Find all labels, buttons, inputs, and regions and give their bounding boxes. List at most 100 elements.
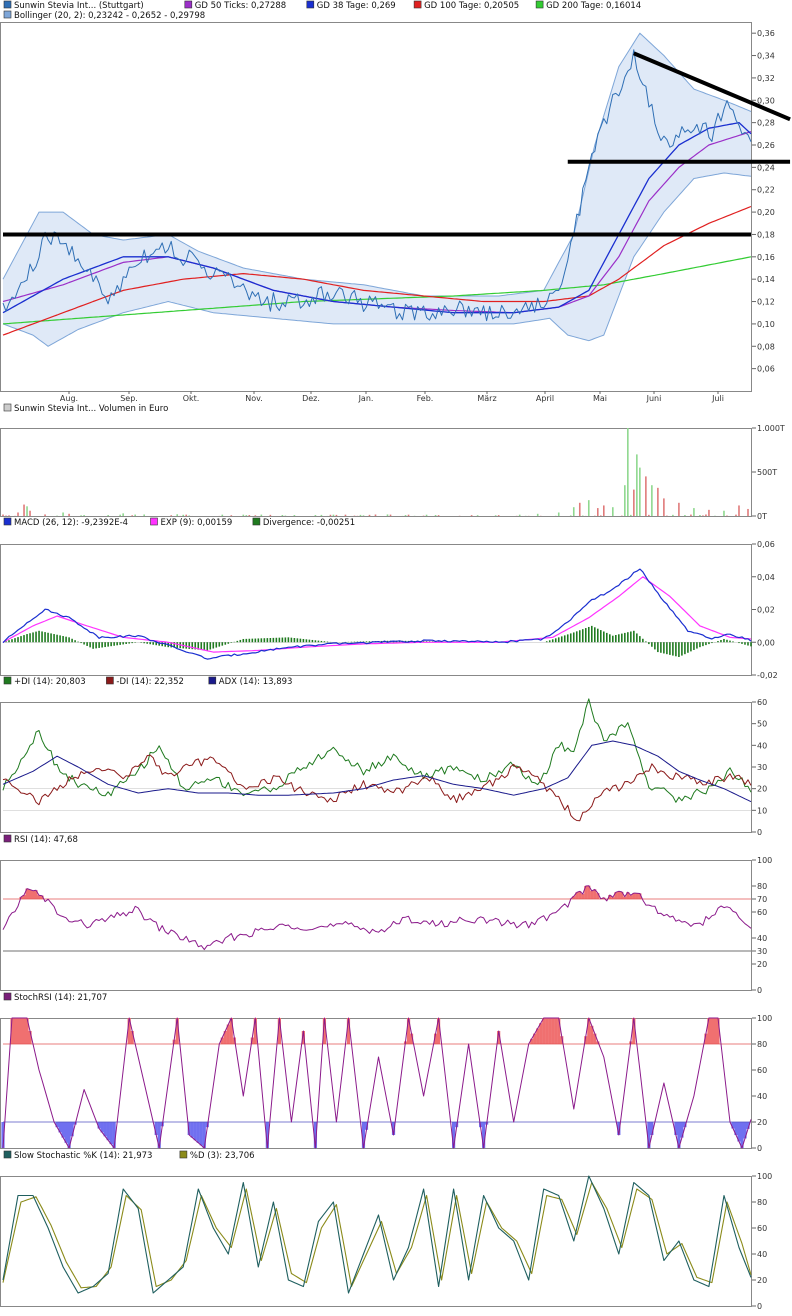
panel-1: 0T 500T 1.000T (0, 424, 785, 521)
y-tick-label: 0,02 (757, 606, 775, 615)
volume-bar (569, 515, 572, 516)
y-tick-label: 0,32 (757, 74, 775, 83)
volume-bar (242, 514, 245, 516)
y-tick-label: 70 (757, 895, 767, 904)
legend-label: GD 200 Tage: 0,16014 (546, 1, 641, 11)
y-tick-label: 0,24 (757, 163, 775, 172)
volume-bar (170, 515, 173, 516)
y-tick-label: 0T (757, 512, 767, 521)
y-tick-label: -0,02 (757, 671, 778, 680)
volume-bar (470, 515, 473, 516)
x-tick-label: Aug. (60, 394, 78, 403)
volume-bar (254, 515, 257, 516)
volume-bar (29, 510, 31, 516)
volume-bar (344, 514, 347, 516)
legend-swatch (3, 10, 12, 19)
y-tick-label: 20 (757, 1118, 767, 1127)
volume-bar (221, 514, 224, 516)
legend-label: GD 38 Tage: 0,269 (317, 1, 396, 11)
volume-bar (557, 512, 560, 516)
y-tick-label: 0,18 (757, 230, 775, 239)
x-tick-label: März (477, 394, 496, 403)
legend-swatch (3, 403, 12, 412)
y-tick-label: 0,26 (757, 141, 775, 150)
volume-bar (332, 514, 335, 516)
volume-bar (26, 506, 28, 516)
legend-swatch (3, 992, 12, 1001)
legend-swatch (413, 0, 422, 9)
y-tick-label: 0,00 (757, 638, 775, 647)
y-tick-label: 100 (757, 856, 772, 865)
volume-bar (494, 515, 497, 516)
panel-frame (0, 1176, 752, 1307)
volume-bar (684, 515, 686, 516)
volume-bar (678, 502, 680, 516)
y-tick-label: 80 (757, 882, 767, 891)
y-tick-label: 0,22 (757, 186, 775, 195)
volume-bar (329, 514, 332, 516)
y-tick-label: 40 (757, 1250, 767, 1259)
volume-bar (599, 515, 602, 516)
volume-bar (362, 515, 365, 516)
panel-4: 0 20 30 40 60 70 80 100 (0, 856, 772, 995)
y-tick-label: 60 (757, 1066, 767, 1075)
volume-bar (690, 514, 692, 516)
y-tick-label: 10 (757, 806, 767, 815)
volume-bar (738, 505, 740, 516)
y-tick-label: 0 (757, 828, 762, 837)
volume-bar (702, 515, 704, 516)
legend-label: EXP (9): 0,00159 (161, 518, 233, 528)
y-tick-label: 0 (757, 1302, 762, 1311)
y-tick-label: 0,10 (757, 320, 775, 329)
y-tick-label: 20 (757, 785, 767, 794)
volume-bar (630, 514, 632, 516)
legend-swatch (252, 517, 261, 526)
legend-label: RSI (14): 47,68 (14, 835, 78, 845)
legend-label: GD 50 Ticks: 0,27288 (195, 1, 286, 11)
x-tick-label: Juli (711, 394, 724, 403)
volume-bar (639, 467, 641, 516)
volume-bar (663, 498, 665, 516)
y-tick-label: 100 (757, 1172, 772, 1181)
volume-bar (735, 514, 737, 516)
panel-5: 0 20 40 60 80 100 (0, 1014, 772, 1153)
volume-bar (651, 485, 653, 516)
volume-bar (83, 515, 85, 516)
legend-swatch (3, 517, 12, 526)
legend-label: GD 100 Tage: 0,20505 (424, 1, 519, 11)
volume-bar (518, 514, 521, 516)
volume-bar (2, 514, 4, 516)
legend-label: Sunwin Stevia Int... (Stuttgart) (14, 1, 144, 11)
y-tick-label: 50 (757, 720, 767, 729)
volume-bar (44, 514, 46, 516)
y-tick-label: 30 (757, 763, 767, 772)
volume-bar (260, 514, 263, 516)
legend-swatch (535, 0, 544, 9)
y-tick-label: 0 (757, 1144, 762, 1153)
y-tick-label: 0,06 (757, 540, 775, 549)
volume-bar (281, 515, 284, 516)
legend-swatch (3, 1150, 12, 1159)
y-tick-label: 0,16 (757, 253, 775, 262)
volume-bar (368, 514, 371, 516)
volume-bar (386, 514, 389, 516)
volume-bar (434, 514, 437, 516)
volume-bar (119, 514, 121, 516)
volume-bar (122, 513, 124, 516)
x-tick-label: Nov. (245, 394, 263, 403)
x-tick-label: Okt. (183, 394, 200, 403)
y-tick-label: 500T (757, 468, 777, 477)
y-tick-label: 80 (757, 1040, 767, 1049)
legend-swatch (3, 676, 12, 685)
volume-bar (587, 500, 590, 516)
legend-label: +DI (14): 20,803 (14, 677, 86, 687)
y-tick-label: 80 (757, 1198, 767, 1207)
volume-bar (425, 514, 428, 516)
volume-bar (80, 515, 82, 516)
y-tick-label: 40 (757, 741, 767, 750)
volume-bar (645, 476, 647, 516)
x-tick-label: Dez. (302, 394, 320, 403)
x-tick-label: Sep. (120, 394, 138, 403)
y-tick-label: 0,06 (757, 365, 775, 374)
volume-bar (182, 514, 185, 516)
